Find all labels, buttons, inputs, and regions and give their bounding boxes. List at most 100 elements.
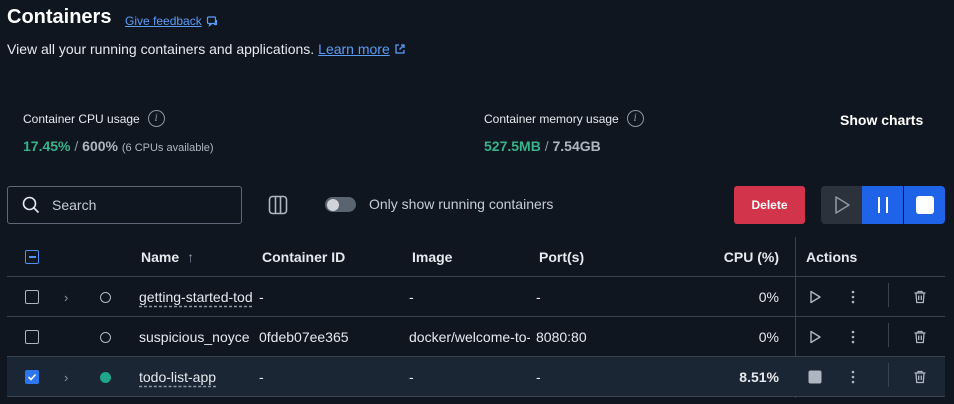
table-row[interactable]: suspicious_noyce 0fdeb07ee365 docker/wel… bbox=[7, 317, 945, 357]
image-cell: - bbox=[409, 289, 414, 305]
row-play-button[interactable] bbox=[808, 277, 822, 317]
cpu-cell: 0% bbox=[758, 289, 779, 305]
status-stopped-icon bbox=[100, 291, 111, 303]
table-row[interactable]: › getting-started-todo-list - - - 0% bbox=[7, 277, 945, 317]
columns-button[interactable] bbox=[265, 192, 291, 218]
table-row[interactable]: › todo-list-app - - - 8.51% bbox=[7, 357, 945, 397]
select-all-cell bbox=[25, 237, 39, 277]
row-play-button[interactable] bbox=[808, 317, 822, 357]
memory-used: 527.5MB bbox=[484, 138, 541, 154]
memory-separator: / bbox=[544, 138, 549, 154]
header-container-id[interactable]: Container ID bbox=[262, 237, 345, 277]
container-id-cell: - bbox=[259, 369, 264, 385]
row-delete-button[interactable] bbox=[913, 357, 927, 397]
give-feedback-link[interactable]: Give feedback bbox=[125, 14, 218, 28]
trash-icon bbox=[914, 330, 926, 344]
check-icon bbox=[27, 373, 37, 381]
cpu-usage-label: Container CPU usage i bbox=[23, 110, 165, 127]
sort-arrow-up-icon: ↑ bbox=[187, 249, 195, 265]
row-select-cell bbox=[25, 357, 39, 397]
columns-icon bbox=[268, 195, 288, 215]
cpu-note: (6 CPUs available) bbox=[121, 142, 214, 154]
trash-icon bbox=[914, 370, 926, 384]
row-select-cell bbox=[25, 277, 39, 317]
play-icon bbox=[834, 196, 850, 214]
memory-total: 7.54GB bbox=[552, 138, 601, 154]
give-feedback-label: Give feedback bbox=[125, 14, 202, 28]
status-cell bbox=[100, 357, 111, 397]
kebab-menu-icon bbox=[851, 370, 855, 384]
feedback-icon bbox=[206, 16, 217, 27]
container-id-cell: - bbox=[259, 289, 264, 305]
table-header: Name ↑ Container ID Image Port(s) CPU (%… bbox=[7, 237, 945, 277]
play-icon bbox=[810, 290, 821, 304]
chevron-right-icon[interactable]: › bbox=[64, 277, 68, 317]
cpu-usage-label-text: Container CPU usage bbox=[23, 111, 140, 126]
row-more-button[interactable] bbox=[850, 317, 856, 357]
header-ports[interactable]: Port(s) bbox=[539, 237, 584, 277]
stop-button[interactable] bbox=[904, 186, 945, 224]
start-button[interactable] bbox=[821, 186, 862, 224]
show-charts-button[interactable]: Show charts bbox=[840, 112, 923, 128]
container-name-link[interactable]: getting-started-todo-list bbox=[139, 289, 253, 305]
header-name[interactable]: Name ↑ bbox=[141, 237, 194, 277]
row-more-button[interactable] bbox=[850, 357, 856, 397]
status-stopped-icon bbox=[100, 331, 111, 343]
row-stop-button[interactable] bbox=[808, 357, 822, 397]
stop-icon bbox=[915, 196, 934, 214]
select-all-checkbox[interactable] bbox=[25, 250, 39, 264]
learn-more-link[interactable]: Learn more bbox=[318, 41, 390, 57]
search-box[interactable] bbox=[7, 186, 242, 224]
cpu-cell: 0% bbox=[758, 329, 779, 345]
page-title: Containers bbox=[7, 6, 112, 28]
kebab-menu-icon bbox=[851, 290, 855, 304]
row-more-button[interactable] bbox=[850, 277, 856, 317]
row-select-cell bbox=[25, 317, 39, 357]
header-image[interactable]: Image bbox=[412, 237, 452, 277]
running-only-label: Only show running containers bbox=[369, 196, 554, 212]
header-name-label: Name bbox=[141, 249, 180, 265]
cpu-usage-value: 17.45% / 600% (6 CPUs available) bbox=[23, 138, 214, 154]
image-cell: - bbox=[409, 369, 414, 385]
image-cell[interactable]: docker/welcome-to-docker bbox=[409, 317, 530, 357]
delete-button[interactable]: Delete bbox=[734, 186, 805, 224]
stop-icon bbox=[808, 370, 822, 384]
chevron-right-icon[interactable]: › bbox=[64, 357, 68, 397]
row-checkbox[interactable] bbox=[25, 290, 39, 304]
row-checkbox[interactable] bbox=[25, 330, 39, 344]
info-icon[interactable]: i bbox=[626, 110, 644, 127]
status-running-icon bbox=[100, 371, 111, 383]
cpu-total: 600% bbox=[82, 138, 118, 154]
ports-cell: - bbox=[536, 289, 541, 305]
container-name-link[interactable]: todo-list-app bbox=[139, 369, 216, 385]
action-separator bbox=[888, 363, 889, 387]
play-icon bbox=[810, 330, 821, 344]
pause-button[interactable] bbox=[862, 186, 903, 224]
action-separator bbox=[888, 323, 889, 347]
memory-usage-label-text: Container memory usage bbox=[484, 111, 619, 126]
ports-cell: - bbox=[536, 369, 541, 385]
external-link-icon bbox=[395, 44, 405, 54]
ports-cell[interactable]: 8080:80 bbox=[536, 317, 587, 357]
header-cpu[interactable]: CPU (%) bbox=[687, 237, 779, 277]
container-name-link[interactable]: suspicious_noyce bbox=[139, 329, 250, 345]
memory-usage-value: 527.5MB / 7.54GB bbox=[484, 138, 601, 154]
status-cell bbox=[100, 317, 111, 357]
running-only-toggle[interactable] bbox=[325, 197, 356, 212]
status-cell bbox=[100, 277, 111, 317]
info-icon[interactable]: i bbox=[147, 110, 165, 127]
page-subtitle: View all your running containers and app… bbox=[7, 41, 406, 57]
cpu-separator: / bbox=[74, 138, 79, 154]
cpu-used: 17.45% bbox=[23, 138, 71, 154]
row-delete-button[interactable] bbox=[913, 277, 927, 317]
action-separator bbox=[888, 283, 889, 307]
memory-usage-label: Container memory usage i bbox=[484, 110, 644, 127]
search-input[interactable] bbox=[52, 197, 222, 213]
kebab-menu-icon bbox=[851, 330, 855, 344]
toggle-knob bbox=[327, 198, 339, 211]
containers-table: Name ↑ Container ID Image Port(s) CPU (%… bbox=[7, 237, 945, 398]
name-cell: suspicious_noyce bbox=[139, 317, 253, 357]
row-delete-button[interactable] bbox=[913, 317, 927, 357]
subtitle-text: View all your running containers and app… bbox=[7, 41, 315, 57]
row-checkbox[interactable] bbox=[25, 370, 39, 384]
